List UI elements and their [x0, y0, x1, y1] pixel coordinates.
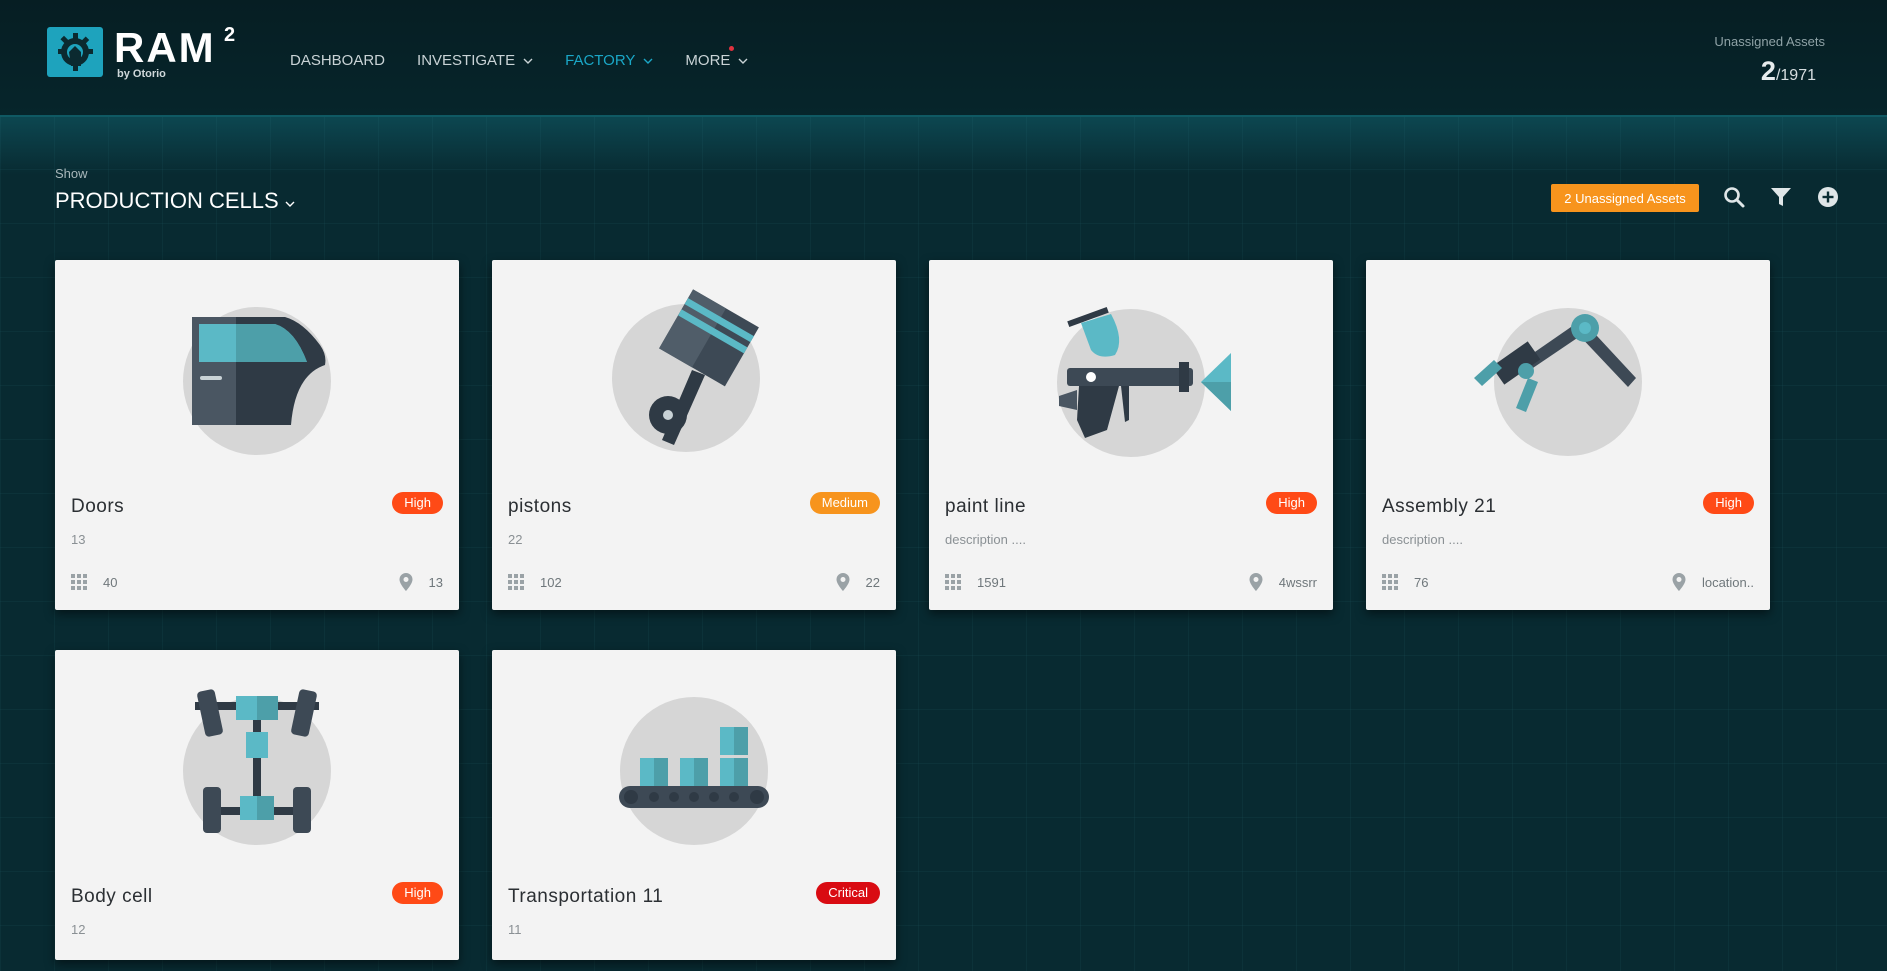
chevron-down-icon [643, 58, 653, 64]
piston-icon [612, 289, 760, 452]
production-cell-card[interactable]: pistons Medium 22 102 22 [492, 260, 896, 610]
location-info: 22 [836, 573, 880, 591]
card-title: pistons [508, 496, 572, 517]
unassigned-assets-button[interactable]: 2 Unassigned Assets [1551, 184, 1699, 212]
production-cell-card[interactable]: paint line High description .... 1591 4w… [929, 260, 1333, 610]
card-description: 13 [71, 532, 86, 547]
nav-dashboard-label: DASHBOARD [290, 52, 386, 69]
severity-badge: High [392, 492, 443, 514]
location-info: location.. [1672, 573, 1754, 591]
assets-count: 102 [508, 574, 562, 590]
location-value: 4wssrr [1278, 574, 1317, 590]
assets-count-value: 76 [1414, 574, 1429, 590]
grid-icon [945, 574, 961, 590]
notification-dot [729, 46, 735, 51]
location-pin-icon [1249, 573, 1263, 591]
severity-badge: Critical [816, 882, 880, 904]
logo-superscript: 2 [224, 24, 236, 46]
chevron-down-icon [285, 201, 295, 207]
location-info: 4wssrr [1249, 573, 1317, 591]
nav-investigate[interactable]: INVESTIGATE [417, 52, 533, 69]
show-label: Show [55, 166, 88, 181]
location-value: location.. [1701, 574, 1754, 590]
card-description: 11 [508, 922, 522, 937]
chevron-down-icon [523, 58, 533, 64]
location-value: 22 [865, 574, 880, 590]
location-pin-icon [836, 573, 850, 591]
nav-more[interactable]: MORE [685, 46, 748, 69]
assets-count: 76 [1382, 574, 1428, 590]
logo-wordmark: RAM [114, 24, 216, 71]
card-title: Doors [71, 496, 125, 517]
severity-badge: High [1703, 492, 1754, 514]
chevron-down-icon [738, 58, 748, 64]
search-icon[interactable] [1722, 185, 1746, 209]
production-cell-card[interactable]: Body cell High 12 [55, 650, 459, 960]
production-cell-card[interactable]: Transportation 11 Critical 11 [492, 650, 896, 960]
grid-icon [508, 574, 524, 590]
unassigned-assets-label: Unassigned Assets [1714, 34, 1825, 49]
card-title: Transportation 11 [508, 886, 664, 907]
nav-dashboard[interactable]: DASHBOARD [290, 52, 385, 69]
location-pin-icon [399, 573, 413, 591]
severity-badge: High [392, 882, 443, 904]
logo-subtitle: by Otorio [117, 68, 166, 80]
main-nav: DASHBOARD INVESTIGATE FACTORY MORE [290, 46, 780, 69]
card-description: 12 [71, 922, 86, 937]
nav-factory[interactable]: FACTORY [565, 52, 653, 69]
add-circle-icon[interactable] [1816, 185, 1840, 209]
robot-arm-icon [1474, 308, 1642, 456]
assets-count-value: 40 [103, 574, 118, 590]
assets-count-value: 102 [540, 574, 562, 590]
assets-count: 1591 [945, 574, 1006, 590]
card-description: description .... [1382, 532, 1463, 547]
car-door-icon [183, 307, 331, 455]
card-title: Assembly 21 [1382, 496, 1497, 517]
nav-more-label: MORE [685, 52, 731, 69]
unassigned-assets-count[interactable]: 2/1971 [1761, 56, 1816, 87]
view-selector-value: PRODUCTION CELLS [55, 188, 279, 213]
gear-head-icon [58, 33, 93, 71]
unassigned-count-value: 2 [1760, 56, 1776, 86]
location-value: 13 [428, 574, 443, 590]
nav-investigate-label: INVESTIGATE [417, 52, 516, 69]
assets-count: 40 [71, 574, 117, 590]
production-cell-card[interactable]: Assembly 21 High description .... 76 loc… [1366, 260, 1770, 610]
unassigned-total: /1971 [1775, 67, 1816, 84]
severity-badge: Medium [809, 492, 880, 514]
conveyor-icon [619, 697, 769, 845]
filter-icon[interactable] [1769, 185, 1793, 209]
grid-icon [71, 574, 87, 590]
spray-gun-icon [1057, 306, 1231, 457]
production-cell-card[interactable]: Doors High 13 40 13 [55, 260, 459, 610]
location-pin-icon [1672, 573, 1686, 591]
app-logo[interactable] [47, 27, 103, 77]
top-navbar: RAM 2 by Otorio DASHBOARD INVESTIGATE FA… [0, 0, 1887, 117]
card-description: 22 [508, 532, 523, 547]
assets-count-value: 1591 [977, 574, 1006, 590]
severity-badge: High [1266, 492, 1317, 514]
chassis-icon [183, 689, 331, 845]
card-title: Body cell [71, 886, 153, 907]
nav-factory-label: FACTORY [565, 52, 636, 69]
card-description: description .... [945, 532, 1026, 547]
grid-icon [1382, 574, 1398, 590]
location-info: 13 [399, 573, 443, 591]
card-title: paint line [945, 496, 1027, 517]
view-selector[interactable]: PRODUCTION CELLS [55, 188, 295, 214]
